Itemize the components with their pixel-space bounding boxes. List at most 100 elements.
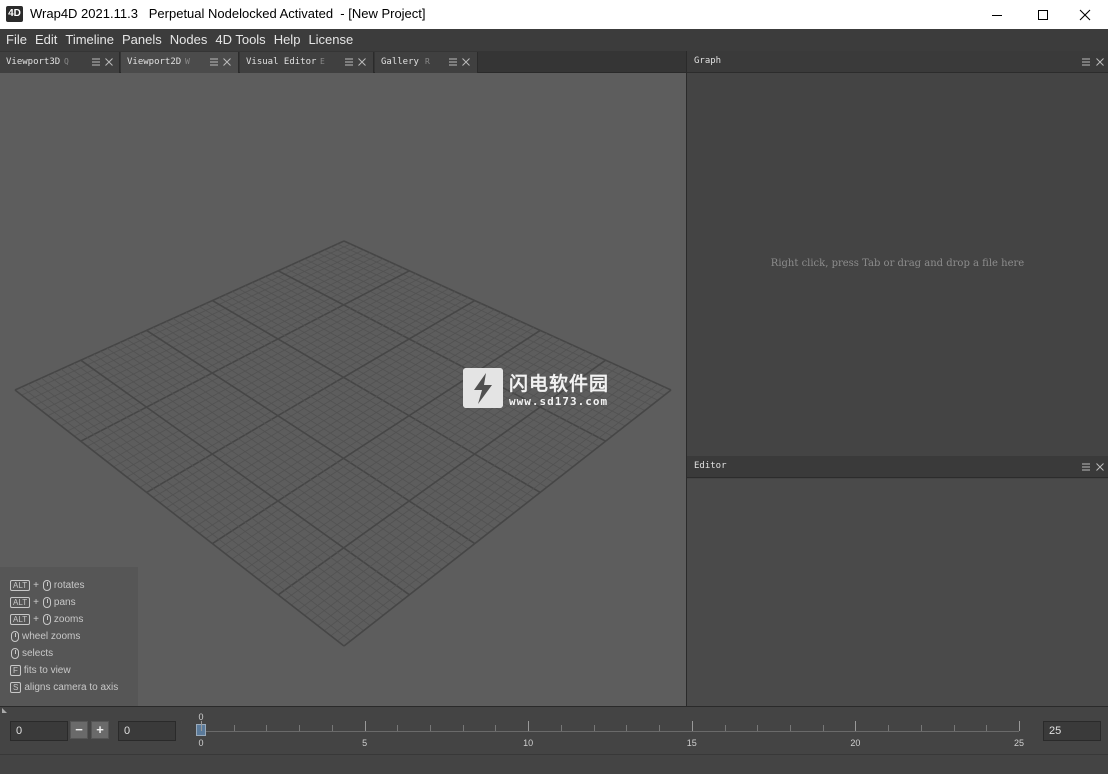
timeline-tick	[364, 721, 366, 731]
timeline-tick	[593, 725, 595, 731]
close-window-button[interactable]	[1062, 0, 1108, 29]
window-title: Wrap4D 2021.11.3 Perpetual Nodelocked Ac…	[30, 6, 426, 21]
decrement-button[interactable]: −	[70, 721, 88, 739]
maximize-button[interactable]	[1020, 0, 1066, 29]
timeline-tick	[495, 725, 497, 731]
tab-viewport3d[interactable]: Viewport3D Q	[0, 52, 120, 73]
ruler-track	[201, 731, 1019, 732]
menu-bar: File Edit Timeline Panels Nodes 4D Tools…	[0, 29, 1108, 51]
timeline-tick	[397, 725, 399, 731]
timeline-tick	[528, 721, 530, 731]
menu-timeline[interactable]: Timeline	[61, 29, 118, 51]
watermark-text: 闪电软件园	[509, 373, 610, 395]
hint-text: pans	[53, 596, 76, 608]
tab-viewport2d[interactable]: Viewport2D W	[121, 52, 239, 73]
hint-text: zooms	[53, 613, 84, 625]
hint-align: S aligns camera to axis	[10, 680, 118, 694]
graph-canvas[interactable]: Right click, press Tab or drag and drop …	[687, 74, 1108, 457]
timeline-tick	[888, 725, 890, 731]
hamburger-icon[interactable]	[447, 55, 459, 69]
timeline-tick	[299, 725, 301, 731]
menu-edit[interactable]: Edit	[31, 29, 61, 51]
viewport-2d[interactable]: 闪电软件园 www.sd173.com ALT + rotates ALT + …	[0, 73, 686, 706]
timeline-bar: 0 − + 0 0 0 5 10 15 20 25 25	[0, 706, 1108, 754]
timeline-tick	[953, 725, 955, 731]
hint-text: wheel zooms	[22, 630, 81, 642]
minimize-button[interactable]	[974, 0, 1020, 29]
tab-gallery[interactable]: Gallery R	[375, 52, 478, 73]
timeline-tick	[724, 725, 726, 731]
tab-shortcut: E	[320, 57, 325, 66]
mouse-right-icon	[42, 613, 51, 625]
timeline-ruler[interactable]: 0 0 5 10 15 20 25	[196, 707, 1024, 755]
hamburger-icon[interactable]	[343, 55, 355, 69]
timeline-tick-label: 25	[1013, 738, 1025, 748]
hint-rotate: ALT + rotates	[10, 578, 85, 592]
increment-button[interactable]: +	[91, 721, 109, 739]
timeline-tick	[560, 725, 562, 731]
timeline-tick-label: 0	[198, 738, 204, 748]
hint-text: rotates	[53, 579, 85, 591]
alt-key-icon: ALT	[10, 613, 31, 625]
end-frame-input[interactable]: 25	[1043, 721, 1101, 741]
timeline-tick	[822, 725, 824, 731]
s-key-icon: S	[10, 681, 22, 693]
close-icon[interactable]	[103, 55, 115, 69]
grid-line	[337, 386, 665, 642]
menu-panels[interactable]: Panels	[118, 29, 166, 51]
tab-shortcut: R	[425, 57, 430, 66]
start-frame-input[interactable]: 0	[10, 721, 68, 741]
hamburger-icon[interactable]	[1080, 55, 1092, 69]
menu-license[interactable]: License	[304, 29, 357, 51]
close-icon[interactable]	[356, 55, 368, 69]
grid-line	[100, 350, 430, 580]
hamburger-icon[interactable]	[1080, 460, 1092, 474]
timeline-tick-label: 5	[362, 738, 368, 748]
timeline-tick-label: 15	[686, 738, 697, 748]
editor-panel-header: Editor	[687, 456, 1108, 478]
hint-text: aligns camera to axis	[24, 681, 119, 693]
minimize-icon	[992, 14, 1002, 16]
viewport-tab-bar: Viewport3D Q Viewport2D W Visual Editor …	[0, 51, 686, 73]
hint-text: selects	[22, 647, 54, 659]
collapse-arrow-icon[interactable]	[2, 708, 7, 713]
tab-label: Visual Editor	[246, 57, 317, 67]
tab-label: Gallery	[381, 57, 419, 67]
close-icon[interactable]	[1094, 460, 1106, 474]
graph-panel-title: Graph	[694, 56, 722, 66]
hamburger-icon[interactable]	[208, 55, 220, 69]
mouse-wheel-icon	[11, 630, 19, 642]
hamburger-icon[interactable]	[90, 55, 102, 69]
tab-shortcut: W	[185, 57, 190, 66]
close-icon[interactable]	[221, 55, 233, 69]
lightning-logo-icon	[463, 368, 503, 408]
close-icon[interactable]	[460, 55, 472, 69]
timeline-tick	[462, 725, 464, 731]
grid-line	[310, 374, 639, 621]
menu-4d-tools[interactable]: 4D Tools	[211, 29, 269, 51]
current-frame-input[interactable]: 0	[118, 721, 176, 741]
maximize-icon	[1038, 9, 1048, 20]
close-icon[interactable]	[1094, 55, 1106, 69]
tab-visual-editor[interactable]: Visual Editor E	[240, 52, 374, 73]
editor-panel	[687, 479, 1108, 706]
timeline-tick	[266, 725, 268, 731]
hint-text: fits to view	[23, 664, 71, 676]
timeline-tick	[430, 725, 432, 731]
hint-wheel-zoom: wheel zooms	[10, 629, 80, 643]
menu-help[interactable]: Help	[270, 29, 305, 51]
watermark-url: www.sd173.com	[509, 395, 609, 408]
menu-file[interactable]: File	[2, 29, 31, 51]
timeline-tick	[855, 721, 857, 731]
navigation-hints: ALT + rotates ALT + pans ALT + zooms whe…	[0, 567, 138, 706]
mouse-middle-icon	[42, 596, 51, 608]
grid-line	[330, 383, 659, 637]
title-bar: 4D Wrap4D 2021.11.3 Perpetual Nodelocked…	[0, 0, 1108, 29]
timeline-tick	[789, 725, 791, 731]
tab-label: Viewport3D	[6, 57, 61, 67]
timeline-tick	[920, 725, 922, 731]
hint-pan: ALT + pans	[10, 595, 76, 609]
grid-major-line	[343, 389, 672, 647]
hint-fit: F fits to view	[10, 663, 71, 677]
menu-nodes[interactable]: Nodes	[166, 29, 212, 51]
